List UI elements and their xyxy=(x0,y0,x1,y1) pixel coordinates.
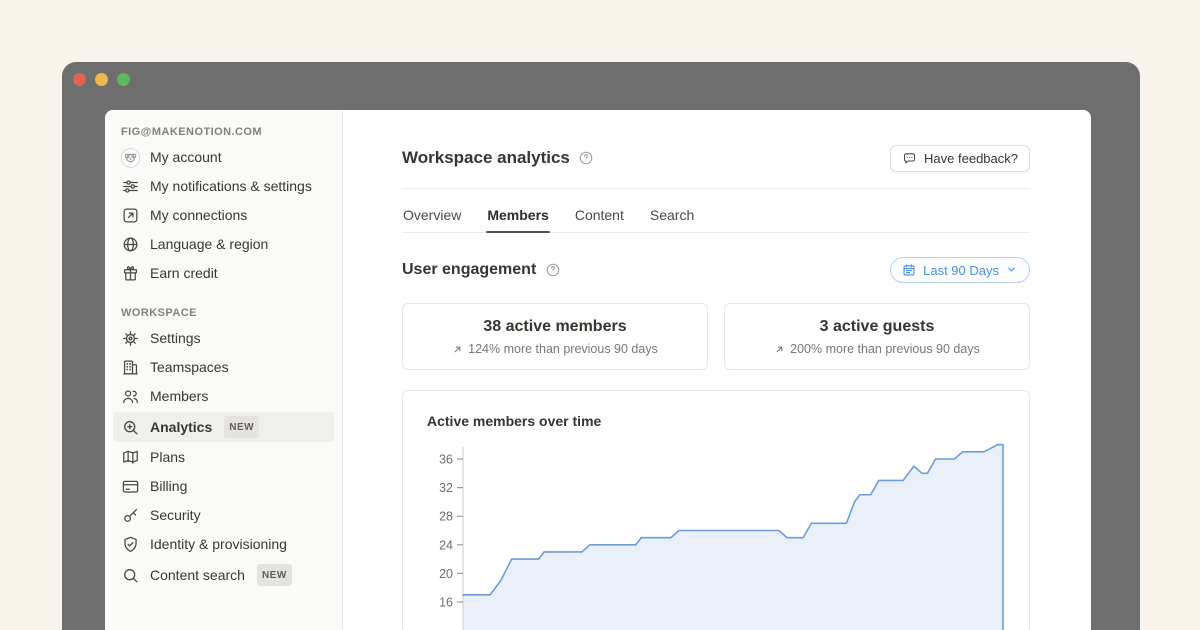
tab-search[interactable]: Search xyxy=(649,204,695,232)
speech-bubble-icon xyxy=(902,151,917,166)
tab-content[interactable]: Content xyxy=(574,204,625,232)
sidebar-item-label: Language & region xyxy=(150,235,268,254)
date-range-filter-button[interactable]: Last 90 Days xyxy=(890,257,1030,283)
people-icon xyxy=(121,387,140,406)
sidebar-item-label: My notifications & settings xyxy=(150,177,312,196)
help-icon[interactable] xyxy=(545,262,561,278)
arrow-up-right-icon xyxy=(774,344,785,355)
sidebar-item-billing[interactable]: Billing xyxy=(113,473,334,500)
section-title-user-engagement: User engagement xyxy=(402,261,561,279)
sidebar-item-label: Earn credit xyxy=(150,264,218,283)
app-window: FIG@MAKENOTION.COM My account xyxy=(62,62,1140,630)
sidebar-item-notifications-settings[interactable]: My notifications & settings xyxy=(113,173,334,200)
members-chart-svg: 36 32 28 24 20 16 xyxy=(427,441,1005,630)
svg-text:24: 24 xyxy=(439,538,453,552)
workspace-section-heading: WORKSPACE xyxy=(113,305,334,325)
shield-check-icon xyxy=(121,535,140,554)
header-divider xyxy=(402,188,1030,189)
sidebar-item-identity-provisioning[interactable]: Identity & provisioning xyxy=(113,531,334,558)
sidebar-item-label: My account xyxy=(150,148,222,167)
stat-delta: 124% more than previous 90 days xyxy=(415,342,695,356)
sidebar-item-my-account[interactable]: My account xyxy=(113,144,334,171)
svg-text:28: 28 xyxy=(439,510,453,524)
svg-text:36: 36 xyxy=(439,453,453,467)
svg-text:20: 20 xyxy=(439,567,453,581)
sidebar-item-content-search[interactable]: Content search NEW xyxy=(113,560,334,590)
calendar-icon xyxy=(902,263,916,277)
sidebar-item-my-connections[interactable]: My connections xyxy=(113,202,334,229)
stat-value: 3 active guests xyxy=(737,318,1017,336)
active-members-stat-card: 38 active members 124% more than previou… xyxy=(402,303,708,370)
arrow-up-right-icon xyxy=(452,344,463,355)
sidebar-item-label: Plans xyxy=(150,448,185,467)
active-members-chart-card: Active members over time 36 32 28 24 20 16 xyxy=(402,390,1030,630)
have-feedback-button[interactable]: Have feedback? xyxy=(890,145,1030,172)
new-badge: NEW xyxy=(224,416,259,438)
gear-icon xyxy=(121,329,140,348)
close-window-button[interactable] xyxy=(73,73,86,86)
analytics-tabs: Overview Members Content Search xyxy=(402,204,1030,233)
settings-sidebar: FIG@MAKENOTION.COM My account xyxy=(105,110,343,630)
avatar xyxy=(121,148,140,167)
chevron-down-icon xyxy=(1006,263,1017,278)
stat-value: 38 active members xyxy=(415,318,695,336)
sidebar-item-language-region[interactable]: Language & region xyxy=(113,231,334,258)
tab-members[interactable]: Members xyxy=(486,204,549,232)
building-icon xyxy=(121,358,140,377)
sliders-icon xyxy=(121,177,140,196)
window-controls xyxy=(73,73,130,86)
globe-icon xyxy=(121,235,140,254)
help-icon[interactable] xyxy=(578,150,594,166)
sidebar-item-label: Analytics xyxy=(150,418,212,437)
sidebar-item-analytics[interactable]: Analytics NEW xyxy=(113,412,334,442)
sidebar-item-label: Content search xyxy=(150,566,245,585)
key-icon xyxy=(121,506,140,525)
sidebar-item-label: Settings xyxy=(150,329,201,348)
sidebar-item-members[interactable]: Members xyxy=(113,383,334,410)
sidebar-item-security[interactable]: Security xyxy=(113,502,334,529)
sidebar-item-label: Identity & provisioning xyxy=(150,535,287,554)
minimize-window-button[interactable] xyxy=(95,73,108,86)
search-icon xyxy=(121,566,140,585)
svg-text:32: 32 xyxy=(439,481,453,495)
sidebar-item-label: Billing xyxy=(150,477,187,496)
sidebar-item-teamspaces[interactable]: Teamspaces xyxy=(113,354,334,381)
zoom-in-icon xyxy=(121,418,140,437)
sidebar-item-label: Teamspaces xyxy=(150,358,229,377)
settings-dialog: FIG@MAKENOTION.COM My account xyxy=(105,110,1091,630)
sidebar-item-settings[interactable]: Settings xyxy=(113,325,334,352)
sidebar-item-label: Members xyxy=(150,387,208,406)
account-email: FIG@MAKENOTION.COM xyxy=(113,124,334,144)
sidebar-item-label: My connections xyxy=(150,206,247,225)
active-guests-stat-card: 3 active guests 200% more than previous … xyxy=(724,303,1030,370)
tab-overview[interactable]: Overview xyxy=(402,204,462,232)
gift-icon xyxy=(121,264,140,283)
map-icon xyxy=(121,448,140,467)
zoom-window-button[interactable] xyxy=(117,73,130,86)
external-link-box-icon xyxy=(121,206,140,225)
stat-delta: 200% more than previous 90 days xyxy=(737,342,1017,356)
analytics-main-panel: Workspace analytics xyxy=(343,110,1091,630)
credit-card-icon xyxy=(121,477,140,496)
page-title: Workspace analytics xyxy=(402,148,594,168)
new-badge: NEW xyxy=(257,564,292,586)
chart-area: 36 32 28 24 20 16 xyxy=(427,441,1005,630)
sidebar-item-earn-credit[interactable]: Earn credit xyxy=(113,260,334,287)
svg-text:16: 16 xyxy=(439,596,453,610)
chart-title: Active members over time xyxy=(427,413,1005,429)
sidebar-item-plans[interactable]: Plans xyxy=(113,444,334,471)
sidebar-item-label: Security xyxy=(150,506,201,525)
